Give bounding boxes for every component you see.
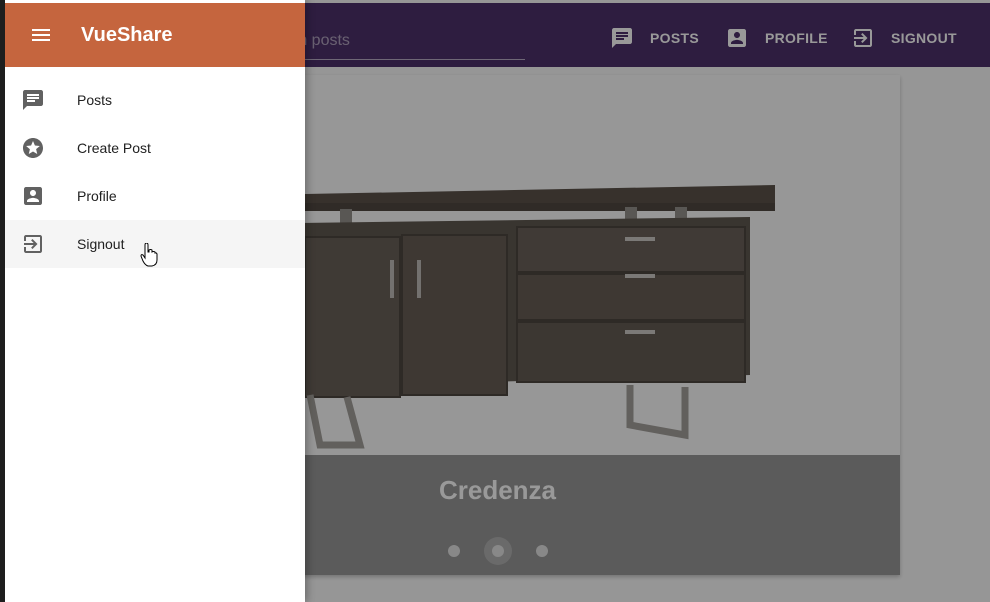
profile-icon bbox=[24, 187, 42, 205]
star-icon bbox=[23, 138, 43, 158]
app-brand-title[interactable]: VueShare bbox=[81, 24, 173, 47]
drawer-item-posts[interactable]: Posts bbox=[5, 76, 305, 124]
drawer-item-label: Signout bbox=[77, 236, 125, 252]
signout-icon bbox=[24, 235, 42, 253]
drawer-item-label: Profile bbox=[77, 188, 117, 204]
menu-icon[interactable] bbox=[29, 23, 53, 47]
drawer-item-label: Posts bbox=[77, 92, 113, 108]
drawer-item-create-post[interactable]: Create Post bbox=[5, 124, 305, 172]
navigation-drawer: VueShare Posts Create Post Profile Signo… bbox=[5, 0, 305, 602]
drawer-header: VueShare bbox=[5, 3, 305, 67]
vueshare-app: rch posts POSTS PROFILE SIGNOUT Credenza… bbox=[5, 0, 990, 602]
drawer-menu-list: Posts Create Post Profile Signout bbox=[5, 76, 305, 268]
hand-pointer-cursor-icon bbox=[140, 243, 158, 267]
posts-icon bbox=[23, 90, 43, 110]
drawer-item-profile[interactable]: Profile bbox=[5, 172, 305, 220]
drawer-item-label: Create Post bbox=[77, 140, 151, 156]
